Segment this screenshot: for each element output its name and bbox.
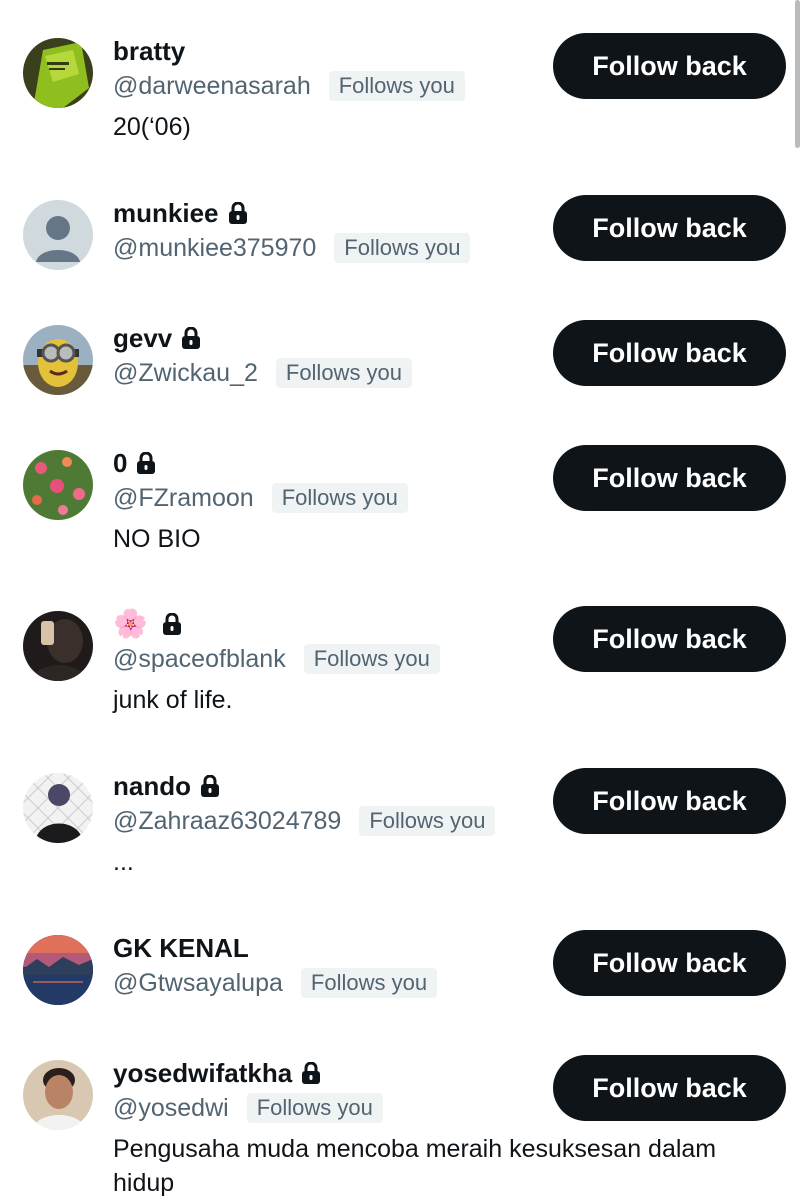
lock-icon	[136, 452, 156, 474]
display-name-line: gevv	[113, 321, 201, 355]
follow-back-button[interactable]: Follow back	[553, 445, 786, 511]
user-handle: @Gtwsayalupa	[113, 968, 283, 997]
handle-line: @yosedwi Follows you	[113, 1090, 383, 1126]
user-bio: ...	[113, 848, 134, 876]
follows-you-badge: Follows you	[359, 806, 496, 836]
avatar[interactable]	[23, 325, 93, 395]
user-handle: @Zahraaz63024789	[113, 806, 342, 835]
user-bio: junk of life.	[113, 686, 233, 714]
user-bio: NO BIO	[113, 525, 201, 553]
follows-you-badge: Follows you	[275, 358, 413, 388]
handle-line: @munkiee375970 Follows you	[113, 230, 471, 266]
avatar[interactable]	[23, 611, 93, 681]
display-name-line: bratty	[113, 34, 185, 68]
display-name: munkiee	[113, 197, 219, 228]
lock-icon	[301, 1062, 321, 1084]
user-handle: @Zwickau_2	[113, 358, 258, 387]
avatar[interactable]	[23, 200, 93, 270]
handle-line: @spaceofblank Follows you	[113, 641, 440, 677]
follow-back-button[interactable]: Follow back	[553, 1055, 786, 1121]
user-handle: @yosedwi	[113, 1093, 229, 1122]
user-handle: @darweenasarah	[113, 71, 311, 100]
follows-you-badge: Follows you	[303, 644, 440, 674]
avatar[interactable]	[23, 935, 93, 1005]
display-name: gevv	[113, 322, 173, 353]
lock-icon	[162, 613, 182, 635]
handle-line: @FZramoon Follows you	[113, 480, 408, 516]
follows-you-badge: Follows you	[271, 483, 408, 513]
display-name: 🌸	[113, 608, 148, 639]
display-name-line: munkiee	[113, 196, 248, 230]
display-name-line: 0	[113, 446, 156, 480]
scrollbar[interactable]	[795, 0, 800, 148]
display-name-line: 🌸	[113, 607, 182, 641]
follow-back-button[interactable]: Follow back	[553, 195, 786, 261]
user-handle: @munkiee375970	[113, 233, 317, 262]
handle-line: @Zwickau_2 Follows you	[113, 355, 413, 391]
display-name-line: yosedwifatkha	[113, 1056, 321, 1090]
avatar[interactable]	[23, 1060, 93, 1130]
user-bio: Pengusaha muda mencoba meraih kesuksesan…	[113, 1135, 717, 1197]
follows-you-badge: Follows you	[300, 968, 438, 998]
display-name-line: GK KENAL	[113, 931, 249, 965]
display-name-line: nando	[113, 769, 220, 803]
display-name: nando	[113, 770, 191, 801]
user-handle: @spaceofblank	[113, 644, 286, 673]
avatar[interactable]	[23, 450, 93, 520]
handle-line: @Zahraaz63024789 Follows you	[113, 803, 496, 839]
avatar[interactable]	[23, 38, 93, 108]
display-name: bratty	[113, 35, 186, 66]
handle-line: @darweenasarah Follows you	[113, 68, 465, 104]
follows-you-badge: Follows you	[246, 1093, 383, 1123]
follow-back-button[interactable]: Follow back	[553, 33, 786, 99]
display-name: GK KENAL	[113, 932, 249, 963]
display-name: 0	[113, 447, 128, 478]
lock-icon	[228, 202, 248, 224]
follows-you-badge: Follows you	[328, 71, 465, 101]
handle-line: @Gtwsayalupa Follows you	[113, 965, 438, 1001]
user-bio: 20(‘06)	[113, 113, 191, 141]
lock-icon	[181, 327, 201, 349]
follow-back-button[interactable]: Follow back	[553, 930, 786, 996]
follow-back-button[interactable]: Follow back	[553, 606, 786, 672]
user-handle: @FZramoon	[113, 483, 254, 512]
follow-back-button[interactable]: Follow back	[553, 320, 786, 386]
display-name: yosedwifatkha	[113, 1057, 293, 1088]
lock-icon	[200, 775, 220, 797]
follow-back-button[interactable]: Follow back	[553, 768, 786, 834]
avatar[interactable]	[23, 773, 93, 843]
follows-you-badge: Follows you	[334, 233, 471, 263]
